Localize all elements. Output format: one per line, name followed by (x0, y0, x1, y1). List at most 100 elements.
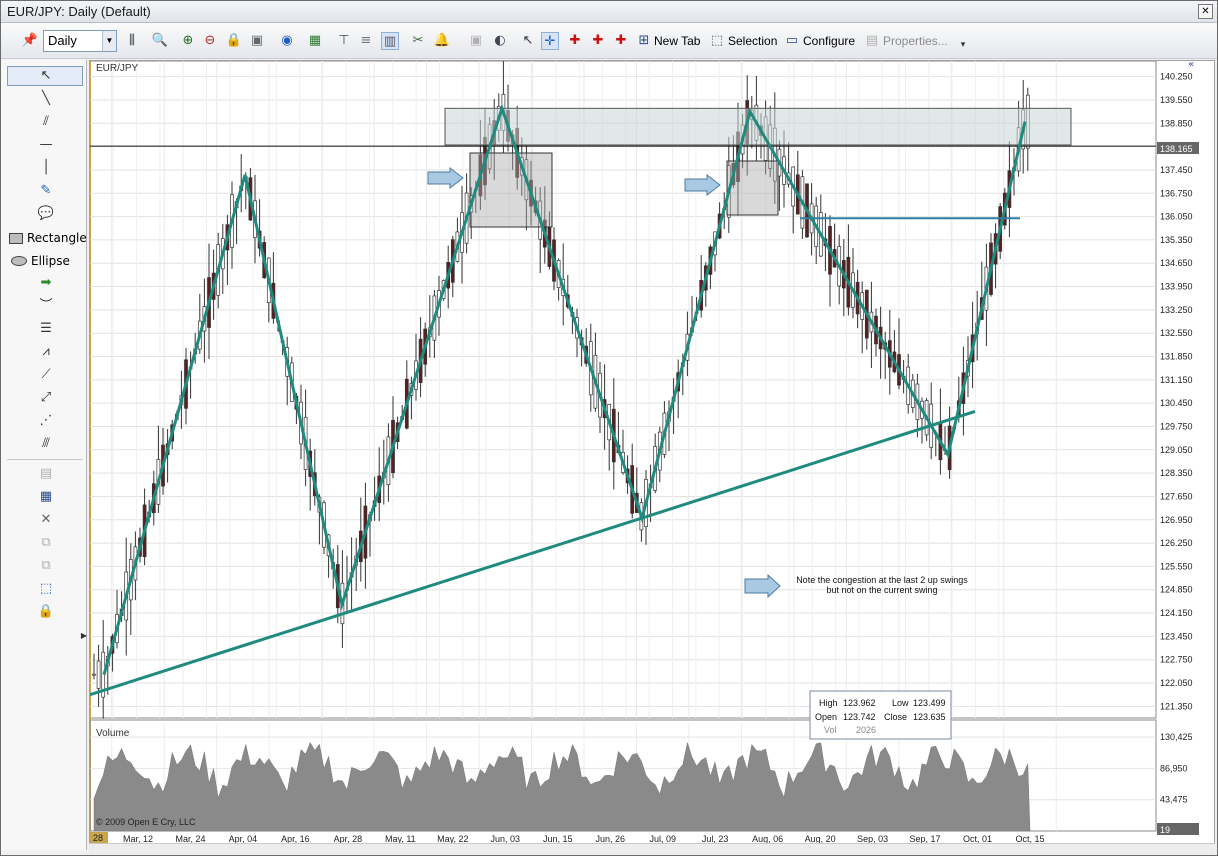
ohlc-infobox: High 123.962 Low 123.499 Open 123.742 Cl… (809, 690, 952, 740)
select-all-icon[interactable]: ⬚ (37, 580, 55, 598)
properties-dim-icon: ▤ (39, 466, 53, 481)
app-window: EUR/JPY: Daily (Default) ✕ 📌 Daily ▼ ⫼ 🔍… (0, 0, 1218, 856)
toolbar: 📌 Daily ▼ ⫼ 🔍 ⊕ ⊖ 🔒 ▣ ◉ ▦ ⊤ ≡ ▥ ✂ 🔔 ▣ ◐ … (1, 23, 1217, 59)
lock-icon[interactable]: 🔒 (225, 32, 243, 50)
parallel-lines-icon[interactable]: ⫽ (37, 113, 55, 131)
price-tick-label: 136.050 (1160, 212, 1193, 222)
timeframe-select[interactable]: Daily ▼ (43, 30, 117, 52)
overflow-icon[interactable]: ▾ (954, 36, 972, 54)
price-tick-label: 136.750 (1160, 188, 1193, 198)
price-tick-label: 122.750 (1160, 655, 1193, 665)
alert-bell-icon[interactable]: 🔔 (433, 32, 451, 50)
price-tick-label: 123.450 (1160, 631, 1193, 641)
svg-text:«: « (1188, 61, 1194, 70)
title-bar: EUR/JPY: Daily (Default) ✕ (1, 1, 1217, 23)
info-close-label: Close (884, 712, 907, 722)
page-icon[interactable]: ▣ (248, 32, 266, 50)
price-tick-label: 122.050 (1160, 678, 1193, 688)
chart-svg[interactable]: 140.250139.550138.850138.150137.450136.7… (90, 61, 1216, 850)
volume-tick-label: 130,425 (1160, 732, 1193, 742)
scroll-left-icon[interactable]: « (1188, 61, 1194, 70)
info-vol-value: 2026 (856, 725, 876, 735)
speed-lines-icon[interactable]: ⋰ (37, 412, 55, 430)
align-icon[interactable]: ≡ (357, 32, 375, 50)
price-tick-label: 130.450 (1160, 398, 1193, 408)
mouse-icon[interactable]: ◐ (491, 32, 509, 50)
delete-icon[interactable]: ✕ (37, 511, 55, 529)
object-list-icon[interactable]: ▦ (37, 488, 55, 506)
info-open-label: Open (815, 712, 837, 722)
vertical-line-icon[interactable]: │ (37, 159, 55, 177)
gann-fan-icon[interactable]: ⟋ (37, 366, 55, 384)
configure-icon[interactable]: ▭ (783, 32, 801, 50)
info-open-value: 123.742 (843, 712, 876, 722)
copyright-label: © 2009 Open E Cry, LLC (96, 817, 196, 827)
last-price-marker: 138.165 (1157, 142, 1199, 154)
scissors-icon[interactable]: ✂ (409, 32, 427, 50)
arc-tool-icon[interactable]: ︶ (37, 297, 55, 315)
camera-icon[interactable]: ▣ (467, 32, 485, 50)
volume-pane-label: Volume (96, 728, 130, 739)
horizontal-line-icon[interactable]: — (37, 136, 55, 154)
selection-button[interactable]: Selection (728, 31, 777, 51)
price-tick-label: 138.850 (1160, 118, 1193, 128)
channel-icon[interactable]: ⫻ (37, 435, 55, 453)
last-price-label: 138.165 (1160, 144, 1193, 154)
arrow-tool-icon[interactable]: ➡ (37, 274, 55, 292)
new-tab-icon[interactable]: ⊞ (635, 32, 653, 50)
properties-button[interactable]: Properties... (883, 31, 948, 51)
pin-icon[interactable]: 📌 (21, 32, 39, 50)
close-button[interactable]: ✕ (1198, 4, 1213, 19)
crosshair-red-icon[interactable]: ✚ (566, 32, 584, 50)
volume-last-marker: 19 (1157, 823, 1199, 835)
volume-tick-label: 86,950 (1160, 763, 1188, 773)
price-tick-label: 121.350 (1160, 701, 1193, 711)
note-icon[interactable]: ✎ (37, 182, 55, 200)
cursor-line-icon[interactable]: ✚ (612, 32, 630, 50)
zoom-out-icon[interactable]: ⊖ (201, 32, 219, 50)
marker-arrow-icon (684, 173, 721, 197)
drawing-tools-panel: ↖ ╲ ⫽ — │ ✎ 💬 Rectangle Ellipse ➡ ︶ ☰ ⩘ … (1, 60, 87, 850)
selection-icon[interactable]: ⬚ (708, 32, 726, 50)
price-pane-frame (90, 61, 1157, 719)
line-tool-icon[interactable]: ╲ (37, 90, 55, 108)
volume-tick-label: 43,475 (1160, 795, 1188, 805)
info-low-label: Low (892, 698, 909, 708)
target-icon[interactable]: ✚ (589, 32, 607, 50)
zoom-icon[interactable]: 🔍 (151, 32, 169, 50)
fibonacci-icon[interactable]: ☰ (37, 320, 55, 338)
price-tick-label: 133.950 (1160, 282, 1193, 292)
price-tick-label: 127.650 (1160, 491, 1193, 501)
info-low-value: 123.499 (913, 698, 946, 708)
eye-icon[interactable]: ◉ (278, 32, 296, 50)
info-close-value: 123.635 (913, 712, 946, 722)
panel-icon[interactable]: ▥ (381, 32, 399, 50)
new-tab-button[interactable]: New Tab (654, 31, 700, 51)
hierarchy-icon[interactable]: ⊤ (335, 32, 353, 50)
pointer-icon[interactable]: ↖ (519, 32, 537, 50)
indicator-icon[interactable]: ▦ (306, 32, 324, 50)
bar-style-icon[interactable]: ⫼ (123, 32, 141, 50)
ellipse-icon (11, 256, 27, 266)
configure-button[interactable]: Configure (803, 31, 855, 51)
note-annotation[interactable]: Note the congestion at the last 2 up swi… (744, 573, 968, 599)
window-title: EUR/JPY: Daily (Default) (7, 4, 151, 19)
price-tick-label: 129.750 (1160, 421, 1193, 431)
horizontal-scrollbar[interactable] (89, 843, 1215, 855)
zoom-in-icon[interactable]: ⊕ (179, 32, 197, 50)
callout-icon[interactable]: 💬 (37, 205, 55, 223)
ray-icon[interactable]: ⤢ (37, 389, 55, 407)
candle-body (96, 660, 101, 689)
price-tick-label: 129.050 (1160, 445, 1193, 455)
price-tick-label: 124.150 (1160, 608, 1193, 618)
price-tick-label: 134.650 (1160, 258, 1193, 268)
crosshair-icon[interactable]: ✛ (541, 32, 559, 50)
properties-icon: ▤ (865, 33, 879, 48)
sidebar-divider (7, 459, 83, 460)
chart-area[interactable]: 140.250139.550138.850138.150137.450136.7… (89, 60, 1215, 849)
price-tick-label: 131.150 (1160, 375, 1193, 385)
price-tick-label: 126.950 (1160, 515, 1193, 525)
note-arrow-icon (744, 573, 781, 599)
fib-extension-icon[interactable]: ⩘ (37, 343, 55, 361)
chevron-down-icon[interactable]: ▼ (102, 31, 116, 51)
